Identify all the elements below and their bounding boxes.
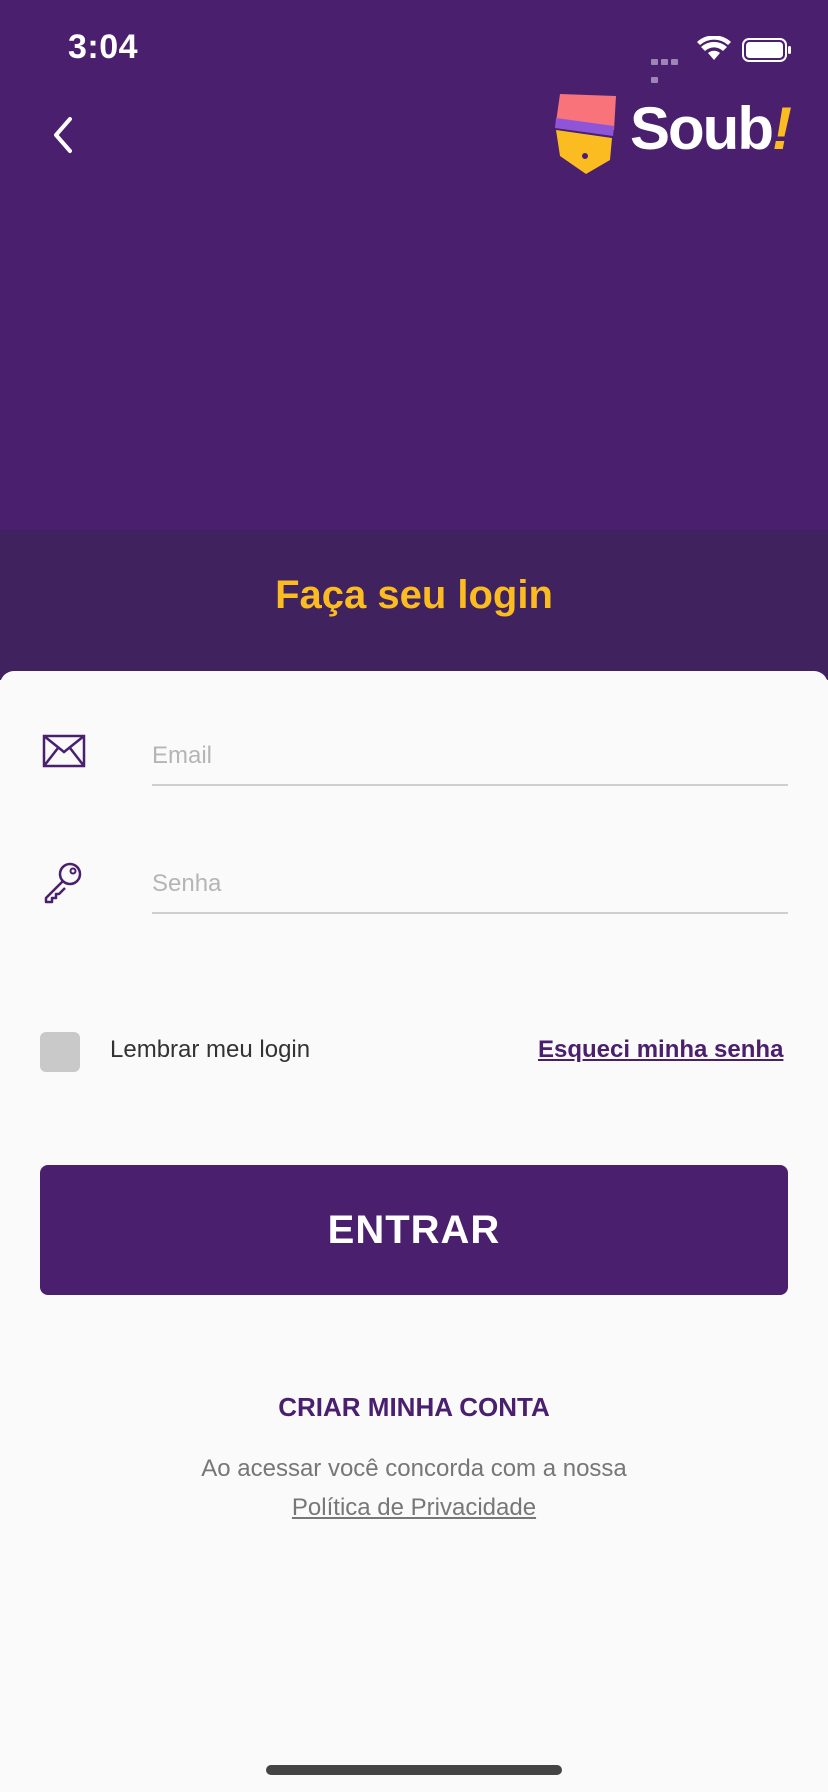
key-icon xyxy=(44,862,82,904)
privacy-policy-link[interactable]: Política de Privacidade xyxy=(0,1494,828,1522)
create-account-link[interactable]: CRIAR MINHA CONTA xyxy=(0,1392,828,1423)
login-button[interactable]: ENTRAR xyxy=(40,1165,788,1295)
logo-tag-icon xyxy=(555,94,616,174)
mail-icon xyxy=(42,734,86,768)
email-input[interactable] xyxy=(152,728,788,786)
home-indicator[interactable] xyxy=(266,1765,562,1775)
agreement-text: Ao acessar você concorda com a nossa xyxy=(201,1455,627,1482)
app-logo: Soub! xyxy=(552,92,792,178)
page-title: Faça seu login xyxy=(275,573,553,617)
battery-icon xyxy=(742,38,791,62)
logo-wordmark: Soub! xyxy=(630,95,792,162)
password-input[interactable] xyxy=(152,856,788,914)
header-background xyxy=(0,0,828,530)
remember-checkbox[interactable] xyxy=(40,1032,80,1072)
remember-label: Lembrar meu login xyxy=(110,1036,311,1063)
status-time: 3:04 xyxy=(68,28,139,66)
forgot-password-link[interactable]: Esqueci minha senha xyxy=(538,1036,788,1064)
wifi-icon xyxy=(697,36,731,60)
signal-icon xyxy=(651,52,689,83)
chevron-left-icon[interactable] xyxy=(44,110,84,160)
